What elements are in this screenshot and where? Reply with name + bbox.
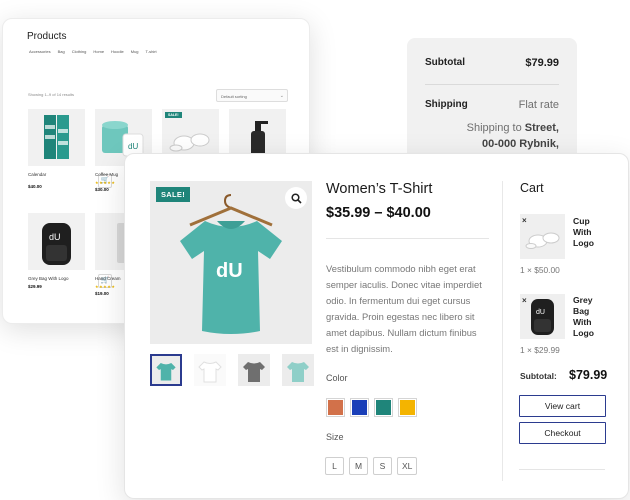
sale-badge: SALE! [156, 187, 190, 202]
size-label: Size [326, 432, 344, 442]
sort-select-value: Default sorting [221, 94, 247, 99]
divider [502, 181, 503, 481]
product-name[interactable]: Calendar [28, 172, 86, 178]
color-swatches [326, 398, 417, 417]
product-window: dU SALE! Women’s T-Shirt $35.99 – $40.00… [124, 153, 629, 499]
size-option-l[interactable]: L [325, 457, 344, 475]
category-link[interactable]: Bag [58, 49, 65, 54]
color-label: Color [326, 373, 348, 383]
category-link[interactable]: Hoodie [111, 49, 124, 54]
cart-item-name-line: Bag [573, 306, 590, 316]
size-options: L M S XL [325, 457, 418, 475]
sort-select[interactable]: Default sorting ⌄ [216, 89, 288, 102]
color-swatch-yellow[interactable] [398, 398, 417, 417]
shipping-city: 00-000 Rybnik, [481, 138, 559, 150]
svg-text:dU: dU [128, 142, 138, 151]
subtotal-value: $79.99 [525, 57, 559, 69]
cart-item-name-line: With [573, 317, 592, 327]
remove-item-icon[interactable]: × [522, 296, 527, 305]
shipping-street: Street, [524, 122, 559, 134]
chevron-down-icon: ⌄ [279, 93, 284, 99]
cart-item-name[interactable]: Cup With Logo [573, 216, 594, 249]
cart-subtotal-label: Subtotal: [520, 371, 557, 381]
svg-text:dU: dU [216, 260, 243, 282]
product-title: Women’s T-Shirt [326, 181, 433, 197]
cart-item-name-line: Grey [573, 295, 593, 305]
cart-item-quantity: 1 × $50.00 [520, 265, 560, 275]
product-price: $40.00 [28, 184, 42, 190]
search-icon [290, 192, 302, 204]
cart-item-quantity: 1 × $29.99 [520, 345, 560, 355]
thumbnail-teal-front[interactable] [150, 354, 182, 386]
result-count: Showing 1–9 of 14 results [28, 92, 75, 97]
cart-item-name-line: Logo [573, 328, 594, 338]
product-main-image[interactable]: dU SALE! [150, 181, 312, 344]
products-title: Products [27, 31, 67, 42]
calendar-image[interactable] [28, 109, 85, 166]
cart-item-image[interactable]: × [520, 214, 565, 259]
product-price: $29.99 [28, 284, 42, 290]
size-option-xl[interactable]: XL [397, 457, 418, 475]
product-description: Vestibulum commodo nibh eget erat semper… [326, 263, 482, 354]
category-link[interactable]: Accessories [29, 49, 51, 54]
shipping-label: Shipping [425, 99, 468, 110]
bag-image[interactable]: dU [28, 213, 85, 270]
color-swatch-teal[interactable] [374, 398, 393, 417]
product-name[interactable]: Grey Bag With Logo [28, 276, 86, 282]
subtotal-label: Subtotal [425, 57, 465, 68]
category-link[interactable]: T-shirt [146, 49, 157, 54]
divider [425, 84, 559, 85]
color-swatch-orange[interactable] [326, 398, 345, 417]
cart-item-image[interactable]: dU × [520, 294, 565, 339]
category-link[interactable]: Mug [131, 49, 139, 54]
thumbnail-white[interactable] [194, 354, 226, 386]
thumbnail-grey[interactable] [238, 354, 270, 386]
view-cart-button[interactable]: View cart [519, 395, 606, 417]
thumbnail-strip [150, 354, 314, 386]
size-option-m[interactable]: M [349, 457, 368, 475]
color-swatch-blue[interactable] [350, 398, 369, 417]
category-link[interactable]: Home [93, 49, 104, 54]
shipping-to-prefix: Shipping to [466, 122, 522, 134]
size-option-s[interactable]: S [373, 457, 392, 475]
svg-text:dU: dU [536, 309, 545, 316]
product-price-range: $35.99 – $40.00 [326, 205, 431, 221]
divider [326, 238, 489, 239]
sale-badge: SALE! [165, 112, 182, 118]
cart-item-name-line: Cup [573, 216, 590, 226]
shipping-address: Shipping to Street, 00-000 Rybnik, [467, 120, 559, 152]
zoom-button[interactable] [285, 187, 307, 209]
cart-subtotal-value: $79.99 [569, 368, 608, 382]
shipping-method: Flat rate [518, 99, 559, 111]
product-card[interactable]: Calendar $40.00 🛒 [28, 109, 112, 190]
category-nav: Accessories Bag Clothing Home Hoodie Mug… [29, 49, 157, 54]
cart-item-name[interactable]: Grey Bag With Logo [573, 295, 594, 339]
checkout-button[interactable]: Checkout [519, 422, 606, 444]
svg-text:dU: dU [49, 232, 61, 242]
remove-item-icon[interactable]: × [522, 216, 527, 225]
product-card[interactable]: dU Grey Bag With Logo $29.99 🛒 [28, 213, 112, 290]
cart-item-name-line: With [573, 227, 592, 237]
cart-item-name-line: Logo [573, 238, 594, 248]
thumbnail-teal-light[interactable] [282, 354, 314, 386]
cart-title: Cart [520, 181, 544, 195]
category-link[interactable]: Clothing [72, 49, 87, 54]
divider [519, 469, 605, 470]
